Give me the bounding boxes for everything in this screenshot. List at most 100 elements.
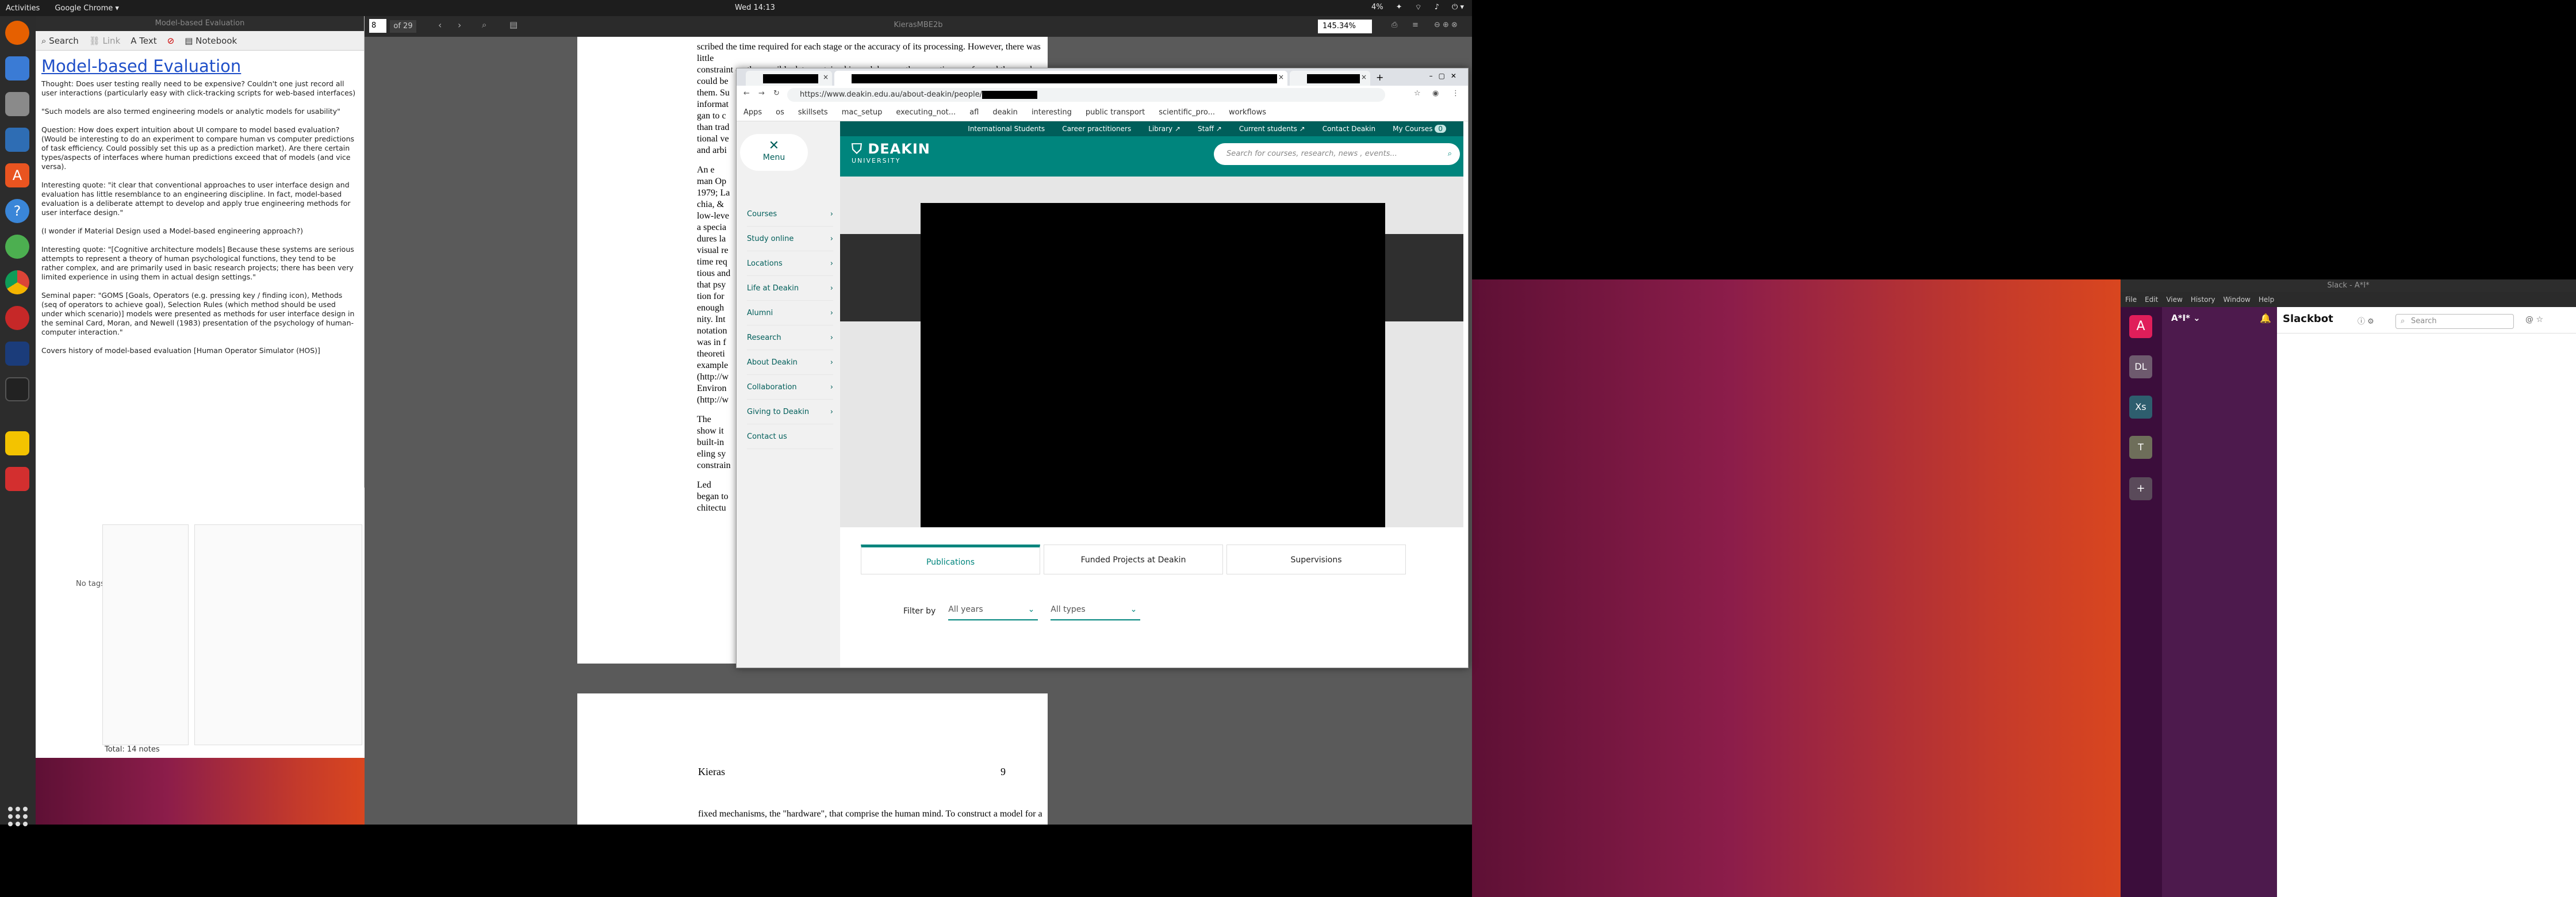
dropbox-icon[interactable]: ✦ [1396, 3, 1402, 12]
files-icon[interactable] [5, 92, 29, 116]
tab[interactable]: × [1290, 71, 1370, 86]
utility-link[interactable]: Staff ↗ [1198, 125, 1222, 133]
info-icon[interactable]: ⓘ ⚙ [2358, 315, 2374, 326]
utility-link[interactable]: Library ↗ [1148, 125, 1180, 133]
firefox-icon[interactable] [5, 21, 29, 45]
menu-view[interactable]: View [2166, 296, 2182, 304]
bookmark-apps[interactable]: Apps [743, 108, 762, 117]
next-page-icon[interactable]: › [458, 20, 461, 30]
menu-item-giving[interactable]: Giving to Deakin › [747, 400, 833, 424]
help-icon[interactable]: ? [5, 199, 29, 223]
menu-button[interactable]: ✕ Menu [740, 134, 808, 171]
settings-icon[interactable] [5, 235, 29, 259]
software-center-icon[interactable]: A [5, 163, 29, 187]
menu-item-contact[interactable]: Contact us [747, 424, 833, 449]
link-button[interactable]: ⛓ Link [89, 36, 121, 46]
bell-icon[interactable]: 🔔 [2260, 313, 2271, 324]
close-tab-icon[interactable]: × [823, 73, 829, 81]
menu-history[interactable]: History [2191, 296, 2215, 304]
tab[interactable]: × [746, 71, 832, 86]
menu-window[interactable]: Window [2224, 296, 2251, 304]
bookmark-folder[interactable]: mac_setup [842, 108, 883, 117]
tab-publications[interactable]: Publications [861, 545, 1040, 574]
site-search-input[interactable]: Search for courses, research, news , eve… [1214, 143, 1460, 165]
reload-icon[interactable]: ↻ [773, 89, 780, 98]
zoom-select[interactable]: 145.34% [1318, 20, 1372, 33]
evince-icon[interactable] [5, 467, 29, 491]
bookmark-folder[interactable]: executing_not... [896, 108, 956, 117]
menu-edit[interactable]: Edit [2145, 296, 2158, 304]
new-tab-button[interactable]: + [1376, 72, 1383, 83]
menu-item-courses[interactable]: Courses › [747, 202, 833, 227]
delete-icon[interactable]: ⊘ [167, 36, 175, 46]
clock[interactable]: Wed 14:13 [735, 3, 775, 12]
bookmark-folder[interactable]: afl [969, 108, 979, 117]
notebook-button[interactable]: ▤ Notebook [185, 36, 237, 46]
back-icon[interactable]: ← [743, 89, 750, 98]
url-input[interactable]: https://www.deakin.edu.au/about-deakin/p… [787, 88, 1385, 102]
chrome-icon[interactable] [5, 270, 29, 294]
menu-help[interactable]: Help [2259, 296, 2274, 304]
activities-button[interactable]: Activities [6, 4, 40, 13]
menu-item-collaboration[interactable]: Collaboration › [747, 375, 833, 400]
type-filter-select[interactable]: All types ⌄ [1051, 602, 1141, 620]
menu-item-life[interactable]: Life at Deakin › [747, 276, 833, 301]
bookmark-folder[interactable]: interesting [1032, 108, 1072, 117]
slack-search-input[interactable]: ⌕ Search [2395, 314, 2514, 329]
bookmark-folder[interactable]: scientific_pro... [1159, 108, 1215, 117]
workspace-a[interactable]: A [2129, 315, 2152, 338]
utility-link[interactable]: International Students [968, 125, 1045, 133]
vscode-icon[interactable] [5, 342, 29, 366]
bookmark-star-icon[interactable]: ☆ [1414, 89, 1421, 98]
workspace-xs[interactable]: Xs [2129, 396, 2152, 419]
power-icon[interactable]: ⏻ ▾ [1452, 3, 1464, 12]
bookmark-folder[interactable]: os [776, 108, 784, 117]
menu-item-study-online[interactable]: Study online › [747, 227, 833, 251]
notes-app-icon[interactable] [5, 431, 29, 455]
close-tab-icon[interactable]: × [1278, 73, 1284, 81]
note-list-column[interactable] [194, 524, 362, 745]
utility-link[interactable]: Contact Deakin [1322, 125, 1375, 133]
tab-active[interactable]: × [834, 71, 1287, 86]
bookmark-folder[interactable]: deakin [992, 108, 1018, 117]
deakin-logo[interactable]: ⛉ DEAKIN UNIVERSITY [852, 141, 930, 164]
close-tab-icon[interactable]: × [1361, 73, 1367, 81]
bookmark-folder[interactable]: public transport [1086, 108, 1145, 117]
writer-icon[interactable] [5, 128, 29, 152]
profile-avatar[interactable]: ◉ [1432, 89, 1439, 98]
prev-page-icon[interactable]: ‹ [438, 20, 442, 30]
tab-funded-projects[interactable]: Funded Projects at Deakin [1044, 545, 1223, 574]
terminal-icon[interactable] [5, 377, 29, 401]
menu-file[interactable]: File [2125, 296, 2137, 304]
sidebar-icon[interactable]: ▤ [509, 20, 518, 30]
my-courses-link[interactable]: My Courses 0 [1393, 125, 1446, 133]
menu-item-research[interactable]: Research › [747, 325, 833, 350]
search-icon[interactable]: ⌕ [482, 20, 486, 30]
print-icon[interactable]: ⎙ [1392, 21, 1397, 29]
system-tray[interactable]: 4% ✦ ⌔ ♪ ⏻ ▾ [1371, 3, 1464, 12]
show-apps-icon[interactable] [8, 807, 28, 826]
window-controls[interactable]: –▢✕ [1429, 72, 1462, 80]
app-menu[interactable]: Google Chrome ▾ [55, 4, 119, 13]
note-heading[interactable]: Model-based Evaluation [41, 56, 364, 76]
year-filter-select[interactable]: All years ⌄ [948, 602, 1038, 620]
utility-link[interactable]: Current students ↗ [1239, 125, 1305, 133]
workspace-t[interactable]: T [2129, 436, 2152, 459]
chrome-menu-icon[interactable]: ⋮ [1452, 89, 1459, 98]
menu-item-alumni[interactable]: Alumni › [747, 301, 833, 325]
workspace-dl[interactable]: DL [2129, 355, 2152, 378]
search-icon[interactable]: ⌕ [1448, 143, 1452, 165]
mentions-icon[interactable]: @ ☆ [2525, 315, 2543, 324]
search-button[interactable]: ⌕ Search [41, 36, 79, 46]
tab-supervisions[interactable]: Supervisions [1226, 545, 1406, 574]
thunderbird-icon[interactable] [5, 56, 29, 80]
utility-link[interactable]: Career practitioners [1062, 125, 1131, 133]
bookmark-folder[interactable]: skillsets [798, 108, 828, 117]
window-controls[interactable]: ⊖ ⊕ ⊗ [1434, 21, 1458, 29]
menu-item-about[interactable]: About Deakin › [747, 350, 833, 375]
bookmark-folder[interactable]: workflows [1229, 108, 1266, 117]
zotero-icon[interactable] [5, 306, 29, 330]
add-workspace-icon[interactable]: + [2129, 477, 2152, 500]
volume-icon[interactable]: ♪ [1435, 3, 1439, 12]
network-icon[interactable]: ⌔ [1415, 3, 1422, 12]
